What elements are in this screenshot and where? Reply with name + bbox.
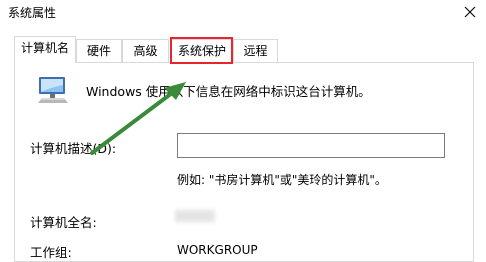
window-title: 系统属性 <box>8 6 57 20</box>
title-bar: 系统属性 <box>0 0 486 26</box>
tab-computer-name[interactable]: 计算机名 <box>14 36 76 63</box>
tab-label: 硬件 <box>86 44 111 58</box>
system-properties-window: 系统属性 计算机名 硬件 高级 系统保护 远程 Windows 使用以下信息在网… <box>0 0 486 262</box>
workgroup-value: WORKGROUP <box>177 243 258 257</box>
panel-edge <box>474 62 486 256</box>
computer-monitor-icon <box>38 77 68 103</box>
full-computer-name-value-redacted <box>175 210 215 222</box>
close-button[interactable] <box>454 0 486 26</box>
tab-label: 计算机名 <box>20 41 69 55</box>
tab-label: 高级 <box>133 44 158 58</box>
system-protection-highlight-box <box>170 37 233 64</box>
tab-hardware[interactable]: 硬件 <box>76 39 122 62</box>
close-icon <box>464 6 476 18</box>
workgroup-label: 工作组: <box>30 245 72 260</box>
computer-description-input[interactable] <box>177 133 445 158</box>
tab-remote[interactable]: 远程 <box>233 39 278 62</box>
computer-description-label: 计算机描述(D): <box>30 141 117 156</box>
example-text: 例如: "书房计算机"或"美玲的计算机"。 <box>177 173 387 187</box>
full-computer-name-label: 计算机全名: <box>30 215 97 230</box>
identification-description: Windows 使用以下信息在网络中标识这台计算机。 <box>86 84 371 99</box>
tab-strip: 计算机名 硬件 高级 系统保护 远程 <box>14 36 486 63</box>
tab-advanced[interactable]: 高级 <box>122 39 169 62</box>
tab-label: 远程 <box>243 44 268 58</box>
